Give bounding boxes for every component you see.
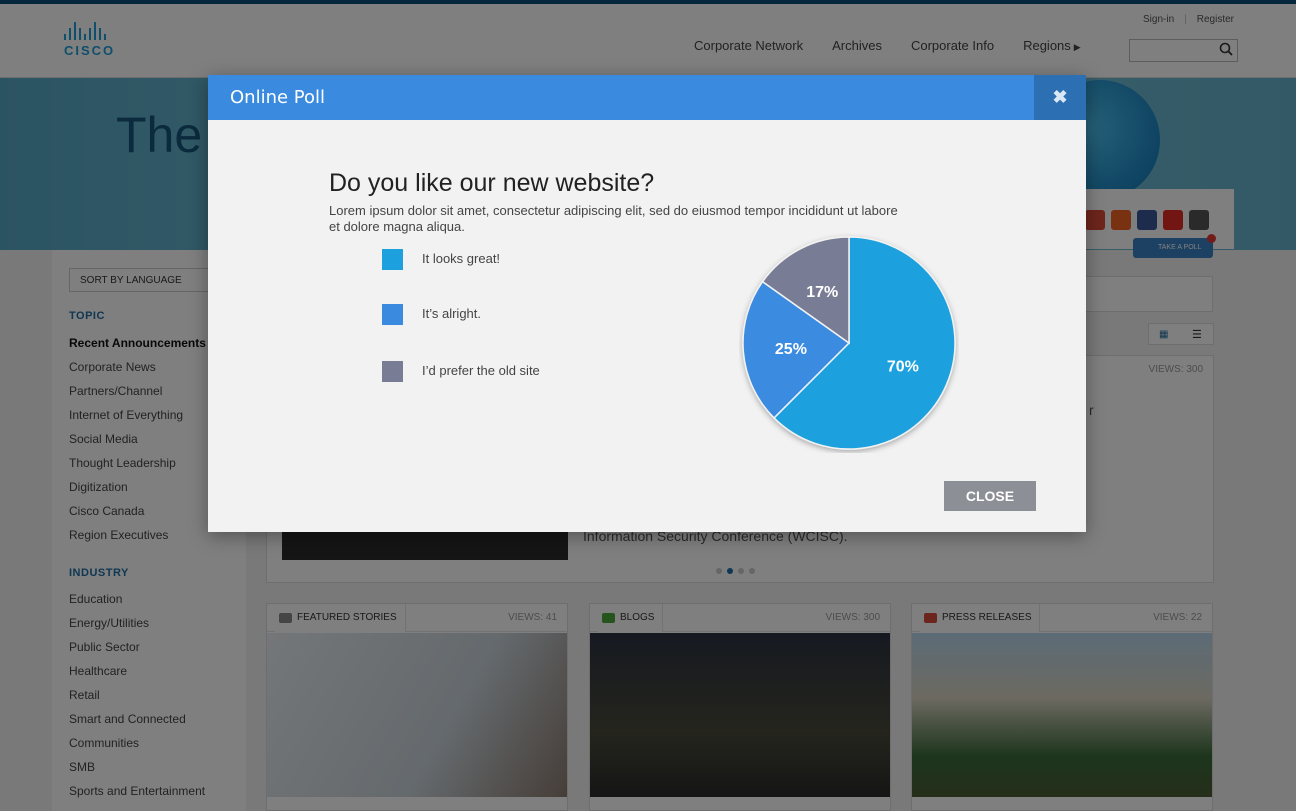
option-swatch[interactable]: [382, 249, 403, 270]
option-swatch[interactable]: [382, 304, 403, 325]
poll-results-chart: 70% 25% 17%: [739, 233, 959, 453]
option-label: I’d prefer the old site: [422, 363, 540, 378]
option-label: It’s alright.: [422, 306, 482, 321]
pie-slice-label: 25%: [775, 341, 807, 358]
poll-description: Lorem ipsum dolor sit amet, consectetur …: [329, 203, 898, 234]
pie-slice-label: 70%: [887, 358, 919, 375]
close-icon[interactable]: ✖: [1034, 75, 1086, 120]
poll-question: Do you like our new website?: [329, 169, 655, 197]
modal-header: Online Poll ✖: [208, 75, 1086, 120]
option-label: It looks great!: [422, 251, 501, 266]
poll-modal: Online Poll ✖ Do you like our new websit…: [208, 75, 1086, 532]
close-button[interactable]: CLOSE: [944, 481, 1036, 511]
modal-title: Online Poll: [230, 87, 326, 108]
pie-slice-label: 17%: [806, 284, 838, 301]
option-swatch[interactable]: [382, 361, 403, 382]
pie-chart: 70% 25% 17%: [742, 236, 956, 450]
